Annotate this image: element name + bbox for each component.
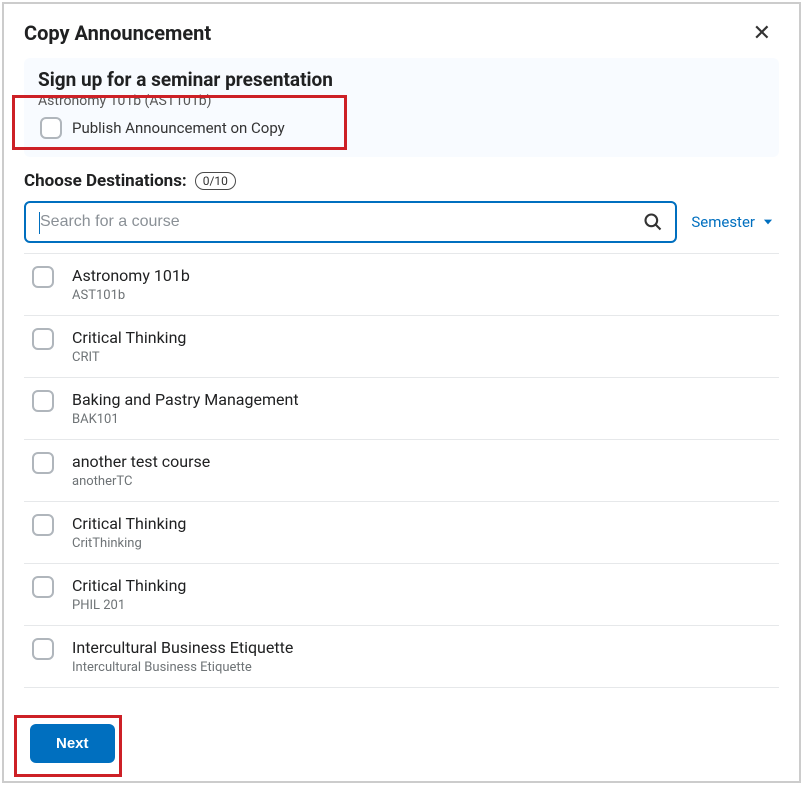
course-code: PHIL 201: [72, 598, 186, 613]
course-name: Critical Thinking: [72, 514, 186, 533]
course-name: Intercultural Business Etiquette: [72, 638, 293, 657]
course-item[interactable]: Critical Thinking CRIT: [24, 316, 779, 378]
course-checkbox[interactable]: [32, 266, 54, 288]
course-item[interactable]: another test course anotherTC: [24, 440, 779, 502]
course-text: another test course anotherTC: [72, 452, 210, 489]
search-input[interactable]: [38, 212, 643, 232]
course-list[interactable]: Astronomy 101b AST101b Critical Thinking CR…: [24, 253, 779, 710]
publish-on-copy-label: Publish Announcement on Copy: [72, 119, 285, 137]
dialog-footer: Next: [4, 710, 799, 781]
semester-filter[interactable]: Semester: [691, 213, 779, 231]
close-icon: ✕: [753, 20, 771, 45]
course-text: Critical Thinking PHIL 201: [72, 576, 186, 613]
course-name: Critical Thinking: [72, 328, 186, 347]
course-item[interactable]: Critical Thinking CritThinking: [24, 502, 779, 564]
course-text: Critical Thinking CritThinking: [72, 514, 186, 551]
course-code: CritThinking: [72, 536, 186, 551]
course-code: Intercultural Business Etiquette: [72, 660, 293, 675]
course-checkbox[interactable]: [32, 514, 54, 536]
course-checkbox[interactable]: [32, 638, 54, 660]
announcement-summary: Sign up for a seminar presentation Astro…: [24, 58, 779, 157]
course-text: Astronomy 101b AST101b: [72, 266, 190, 303]
next-button[interactable]: Next: [30, 724, 115, 763]
semester-filter-label: Semester: [691, 213, 755, 231]
search-icon: [643, 212, 663, 232]
course-text: Intercultural Business Etiquette Intercul…: [72, 638, 293, 675]
announcement-course: Astronomy 101b (AST101b): [38, 93, 765, 109]
course-checkbox[interactable]: [32, 390, 54, 412]
course-text: Critical Thinking CRIT: [72, 328, 186, 365]
close-button[interactable]: ✕: [745, 18, 779, 48]
search-field-wrap[interactable]: [24, 201, 677, 243]
dialog-title: Copy Announcement: [24, 21, 211, 45]
destinations-count-badge: 0/10: [195, 172, 236, 190]
course-item[interactable]: Critical Thinking PHIL 201: [24, 564, 779, 626]
course-name: another test course: [72, 452, 210, 471]
destinations-label: Choose Destinations:: [24, 171, 187, 191]
course-name: Critical Thinking: [72, 576, 186, 595]
copy-announcement-dialog: Copy Announcement ✕ Sign up for a semina…: [2, 2, 801, 783]
course-item[interactable]: Baking and Pastry Management BAK101: [24, 378, 779, 440]
publish-on-copy-row: Publish Announcement on Copy: [38, 109, 765, 143]
course-code: AST101b: [72, 288, 190, 303]
course-name: Baking and Pastry Management: [72, 390, 299, 409]
publish-on-copy-checkbox[interactable]: [40, 117, 62, 139]
destinations-section: Choose Destinations: 0/10 Semester: [4, 161, 799, 710]
course-code: BAK101: [72, 412, 299, 427]
text-cursor: [39, 212, 40, 234]
dialog-header: Copy Announcement ✕: [4, 4, 799, 58]
course-checkbox[interactable]: [32, 452, 54, 474]
course-code: anotherTC: [72, 474, 210, 489]
course-item[interactable]: Intercultural Business Etiquette Intercul…: [24, 626, 779, 688]
course-checkbox[interactable]: [32, 576, 54, 598]
course-name: Astronomy 101b: [72, 266, 190, 285]
chevron-down-icon: [761, 215, 775, 229]
course-checkbox[interactable]: [32, 328, 54, 350]
course-item[interactable]: Astronomy 101b AST101b: [24, 253, 779, 316]
course-code: CRIT: [72, 350, 186, 365]
announcement-title: Sign up for a seminar presentation: [38, 68, 765, 91]
search-row: Semester: [24, 201, 779, 243]
course-text: Baking and Pastry Management BAK101: [72, 390, 299, 427]
course-list-container: Astronomy 101b AST101b Critical Thinking CR…: [24, 253, 779, 710]
destinations-header: Choose Destinations: 0/10: [24, 171, 779, 191]
